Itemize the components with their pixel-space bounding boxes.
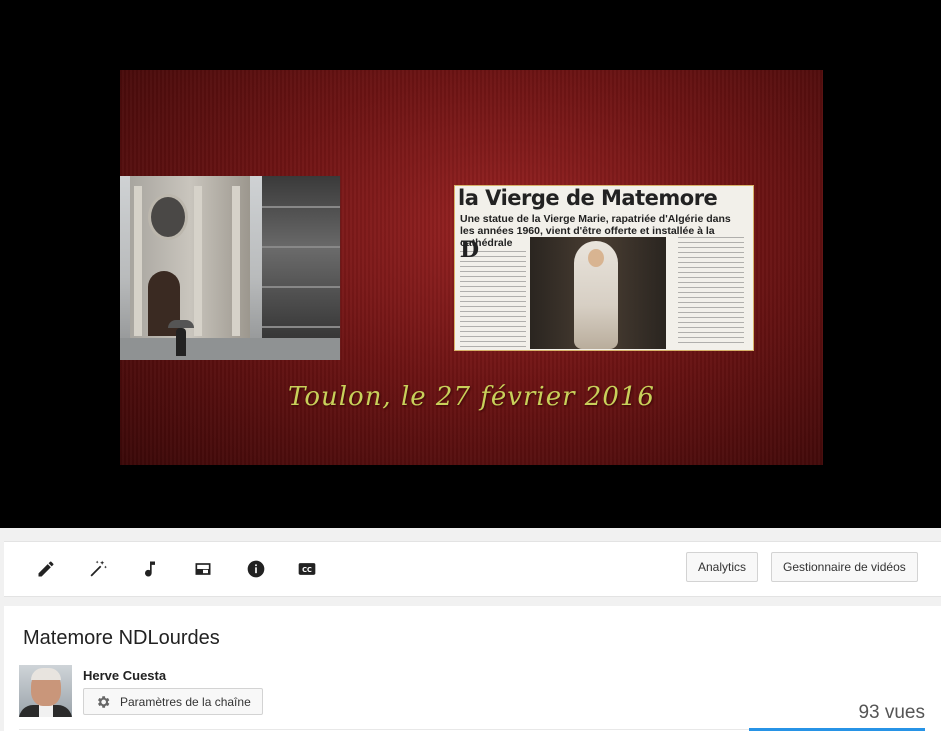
statue-photo (530, 237, 666, 349)
svg-text:CC: CC (302, 566, 312, 574)
video-frame: la Vierge de Matemore Une statue de la V… (120, 70, 823, 465)
video-caption: Toulon, le 27 février 2016 (288, 382, 655, 412)
avatar[interactable] (19, 665, 72, 717)
video-player[interactable]: la Vierge de Matemore Une statue de la V… (0, 0, 941, 528)
video-manager-button[interactable]: Gestionnaire de vidéos (771, 552, 918, 582)
info-icon[interactable] (243, 556, 269, 582)
music-note-icon[interactable] (137, 556, 163, 582)
channel-settings-label: Paramètres de la chaîne (120, 694, 251, 709)
gear-icon (98, 695, 110, 708)
clipping-headline: la Vierge de Matemore (458, 186, 718, 210)
analytics-button[interactable]: Analytics (686, 552, 759, 582)
subtitles-icon[interactable]: CC (294, 556, 320, 582)
end-screen-icon[interactable] (190, 556, 216, 582)
cathedral-photo (120, 176, 341, 360)
newspaper-clipping: la Vierge de Matemore Une statue de la V… (454, 185, 754, 351)
pencil-icon[interactable] (33, 556, 59, 582)
edit-toolbar: CC Analytics Gestionnaire de vidéos (4, 541, 941, 597)
video-title: Matemore NDLourdes (23, 627, 220, 649)
video-info-panel: Matemore NDLourdes Herve Cuesta Paramètr… (4, 606, 941, 731)
channel-name[interactable]: Herve Cuesta (83, 668, 166, 683)
clipping-dropcap: D (460, 237, 480, 263)
view-count: 93 vues (858, 702, 925, 723)
channel-settings-button[interactable]: Paramètres de la chaîne (83, 688, 263, 715)
magic-wand-icon[interactable] (85, 556, 111, 582)
